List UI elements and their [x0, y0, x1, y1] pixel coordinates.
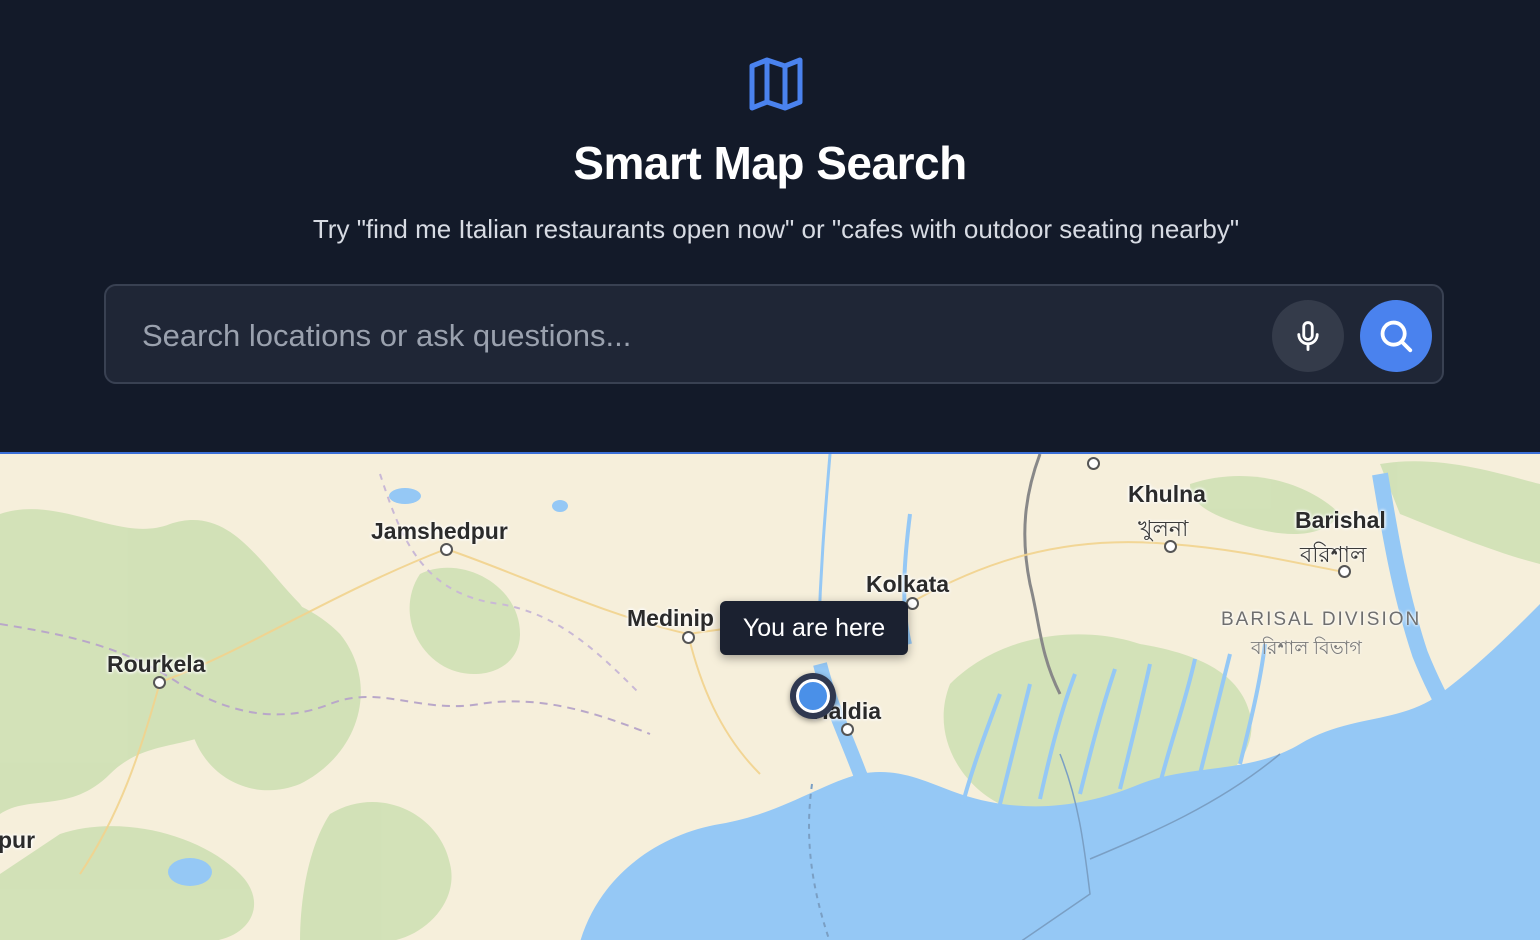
- city-label-rourkela[interactable]: Rourkela: [107, 651, 205, 678]
- city-label-kolkata[interactable]: Kolkata: [866, 571, 949, 598]
- page-title: Smart Map Search: [573, 137, 967, 189]
- current-location-dot: [796, 679, 830, 713]
- city-label-barishal[interactable]: Barishal: [1295, 507, 1386, 534]
- search-bar: [104, 284, 1444, 384]
- location-tooltip: You are here: [720, 601, 908, 655]
- city-dot-haldia: [841, 723, 854, 736]
- city-label-khulna[interactable]: Khulna: [1128, 481, 1206, 508]
- city-label-jamshedpur[interactable]: Jamshedpur: [371, 518, 508, 545]
- city-label-khulna-native: খুলনা: [1138, 516, 1189, 541]
- voice-search-button[interactable]: [1272, 300, 1344, 372]
- microphone-icon: [1297, 321, 1319, 351]
- city-label-medinipur[interactable]: Medinip: [627, 605, 714, 632]
- city-dot: [1087, 457, 1100, 470]
- city-label-barishal-native: বরিশাল: [1300, 542, 1367, 567]
- region-label-barisal-division-native: বরিশাল বিভাগ: [1251, 638, 1362, 659]
- search-button[interactable]: [1360, 300, 1432, 372]
- app-header: Smart Map Search Try "find me Italian re…: [0, 0, 1540, 452]
- city-dot-medinipur: [682, 631, 695, 644]
- page-subtitle: Try "find me Italian restaurants open no…: [312, 214, 1240, 244]
- city-dot-khulna: [1164, 540, 1177, 553]
- region-label-barisal-division: BARISAL DIVISION: [1221, 609, 1422, 630]
- search-icon: [1380, 320, 1413, 353]
- city-label-edge[interactable]: pur: [0, 827, 35, 854]
- city-dot-jamshedpur: [440, 543, 453, 556]
- city-dot-barishal: [1338, 565, 1351, 578]
- search-input[interactable]: [140, 306, 1264, 366]
- city-dot-rourkela: [153, 676, 166, 689]
- map-view[interactable]: Khulna খুলনা Barishal বরিশাল Jamshedpur …: [0, 452, 1540, 940]
- map-icon: [749, 57, 803, 111]
- current-location-marker[interactable]: [790, 673, 836, 719]
